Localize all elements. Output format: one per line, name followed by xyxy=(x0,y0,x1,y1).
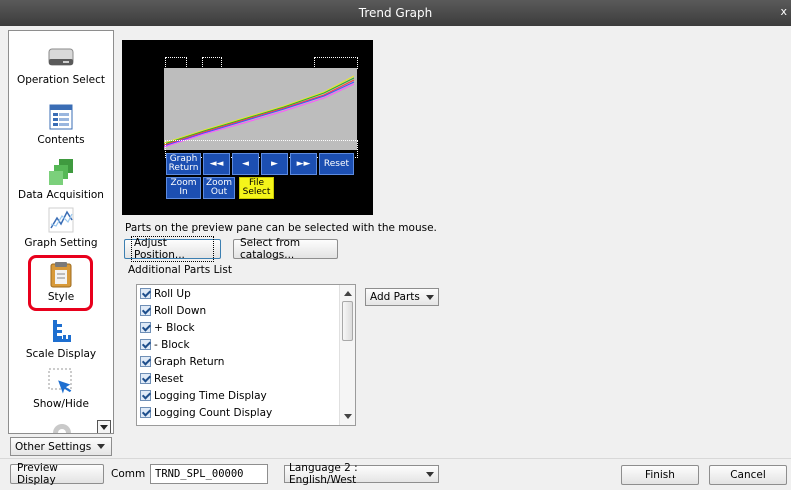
close-icon[interactable]: x xyxy=(780,5,787,18)
checkbox[interactable] xyxy=(140,288,151,299)
checkbox[interactable] xyxy=(140,322,151,333)
checkbox[interactable] xyxy=(140,339,151,350)
list-item[interactable]: Roll Up xyxy=(137,285,355,302)
checkbox[interactable] xyxy=(140,407,151,418)
preview-pane[interactable]: Graph Return ◄◄ ◄ ► ►► Reset Zoom In Zoo… xyxy=(122,40,373,215)
preview-display-button[interactable]: Preview Display xyxy=(10,462,104,486)
scroll-down-button[interactable] xyxy=(97,420,111,433)
drive-icon xyxy=(48,48,74,66)
selected-highlight xyxy=(28,255,93,311)
list-document-icon xyxy=(49,104,73,130)
preview-hint: Parts on the preview pane can be selecte… xyxy=(125,222,437,234)
sidebar-item-contents[interactable]: Contents xyxy=(9,103,113,146)
list-item[interactable]: Graph Return xyxy=(137,353,355,370)
fast-forward-button[interactable]: ►► xyxy=(290,153,317,175)
graph-return-button[interactable]: Graph Return xyxy=(166,153,201,175)
zoom-in-button[interactable]: Zoom In xyxy=(166,177,201,199)
other-settings-dropdown[interactable]: Other Settings xyxy=(10,437,112,456)
chevron-down-icon xyxy=(100,425,108,430)
list-item[interactable]: - Block xyxy=(137,336,355,353)
list-item[interactable]: Roll Down xyxy=(137,302,355,319)
checkbox[interactable] xyxy=(140,356,151,367)
trend-graph[interactable] xyxy=(163,68,357,150)
sidebar-item-graph-setting[interactable]: Graph Setting xyxy=(9,206,113,249)
reset-button[interactable]: Reset xyxy=(319,153,354,175)
forward-button[interactable]: ► xyxy=(261,153,288,175)
scroll-up-arrow-icon[interactable] xyxy=(344,291,352,296)
sidebar-item-show-hide[interactable]: Show/Hide xyxy=(9,367,113,410)
list-item[interactable]: Reset xyxy=(137,370,355,387)
list-item[interactable]: Logging Time Display xyxy=(137,387,355,404)
finish-button[interactable]: Finish xyxy=(621,465,699,485)
comm-field[interactable]: TRND_SPL_00000 xyxy=(150,464,268,484)
sidebar-item-data-acquisition[interactable]: Data Acquisition xyxy=(9,158,113,201)
checkbox[interactable] xyxy=(140,373,151,384)
checkbox[interactable] xyxy=(140,390,151,401)
file-select-button[interactable]: File Select xyxy=(239,177,274,199)
add-parts-dropdown[interactable]: Add Parts xyxy=(365,288,439,306)
stacked-squares-icon xyxy=(49,159,73,185)
sidebar-item-label: Show/Hide xyxy=(33,398,89,410)
list-scrollbar[interactable] xyxy=(339,285,355,425)
rewind-button[interactable]: ◄◄ xyxy=(203,153,230,175)
additional-parts-title: Additional Parts List xyxy=(128,264,232,276)
scroll-down-arrow-icon[interactable] xyxy=(344,414,352,419)
scroll-thumb[interactable] xyxy=(342,301,353,341)
cancel-button[interactable]: Cancel xyxy=(709,465,787,485)
zoom-out-button[interactable]: Zoom Out xyxy=(203,177,235,199)
sidebar-item-label: Operation Select xyxy=(17,74,105,86)
gear-icon[interactable] xyxy=(47,417,77,434)
sidebar-item-label: Scale Display xyxy=(25,348,97,360)
comm-label: Comm xyxy=(111,468,146,480)
checkbox[interactable] xyxy=(140,305,151,316)
list-item[interactable]: + Block xyxy=(137,319,355,336)
sidebar-item-label: Contents xyxy=(37,134,85,146)
sidebar: Operation Select Contents Data Acquisiti… xyxy=(8,30,114,434)
back-button[interactable]: ◄ xyxy=(232,153,259,175)
additional-parts-list[interactable]: Roll Up Roll Down + Block - Block Graph … xyxy=(136,284,356,426)
language-dropdown[interactable]: Language 2 : English/West xyxy=(284,462,439,486)
adjust-position-button[interactable]: Adjust Position... xyxy=(124,236,221,262)
window-title: Trend Graph xyxy=(358,6,433,20)
select-from-catalogs-button[interactable]: Select from catalogs... xyxy=(233,237,338,261)
sidebar-item-label: Data Acquisition xyxy=(18,189,104,201)
scale-icon xyxy=(53,320,71,342)
sidebar-item-operation-select[interactable]: Operation Select xyxy=(9,43,113,86)
cursor-select-icon xyxy=(48,368,72,394)
line-graph-icon xyxy=(48,207,74,233)
trend-lines xyxy=(163,75,355,148)
sidebar-item-scale-display[interactable]: Scale Display xyxy=(9,317,113,360)
sidebar-item-label: Graph Setting xyxy=(24,237,98,249)
title-bar: Trend Graph x xyxy=(0,0,791,26)
list-item[interactable]: Logging Count Display xyxy=(137,404,355,421)
